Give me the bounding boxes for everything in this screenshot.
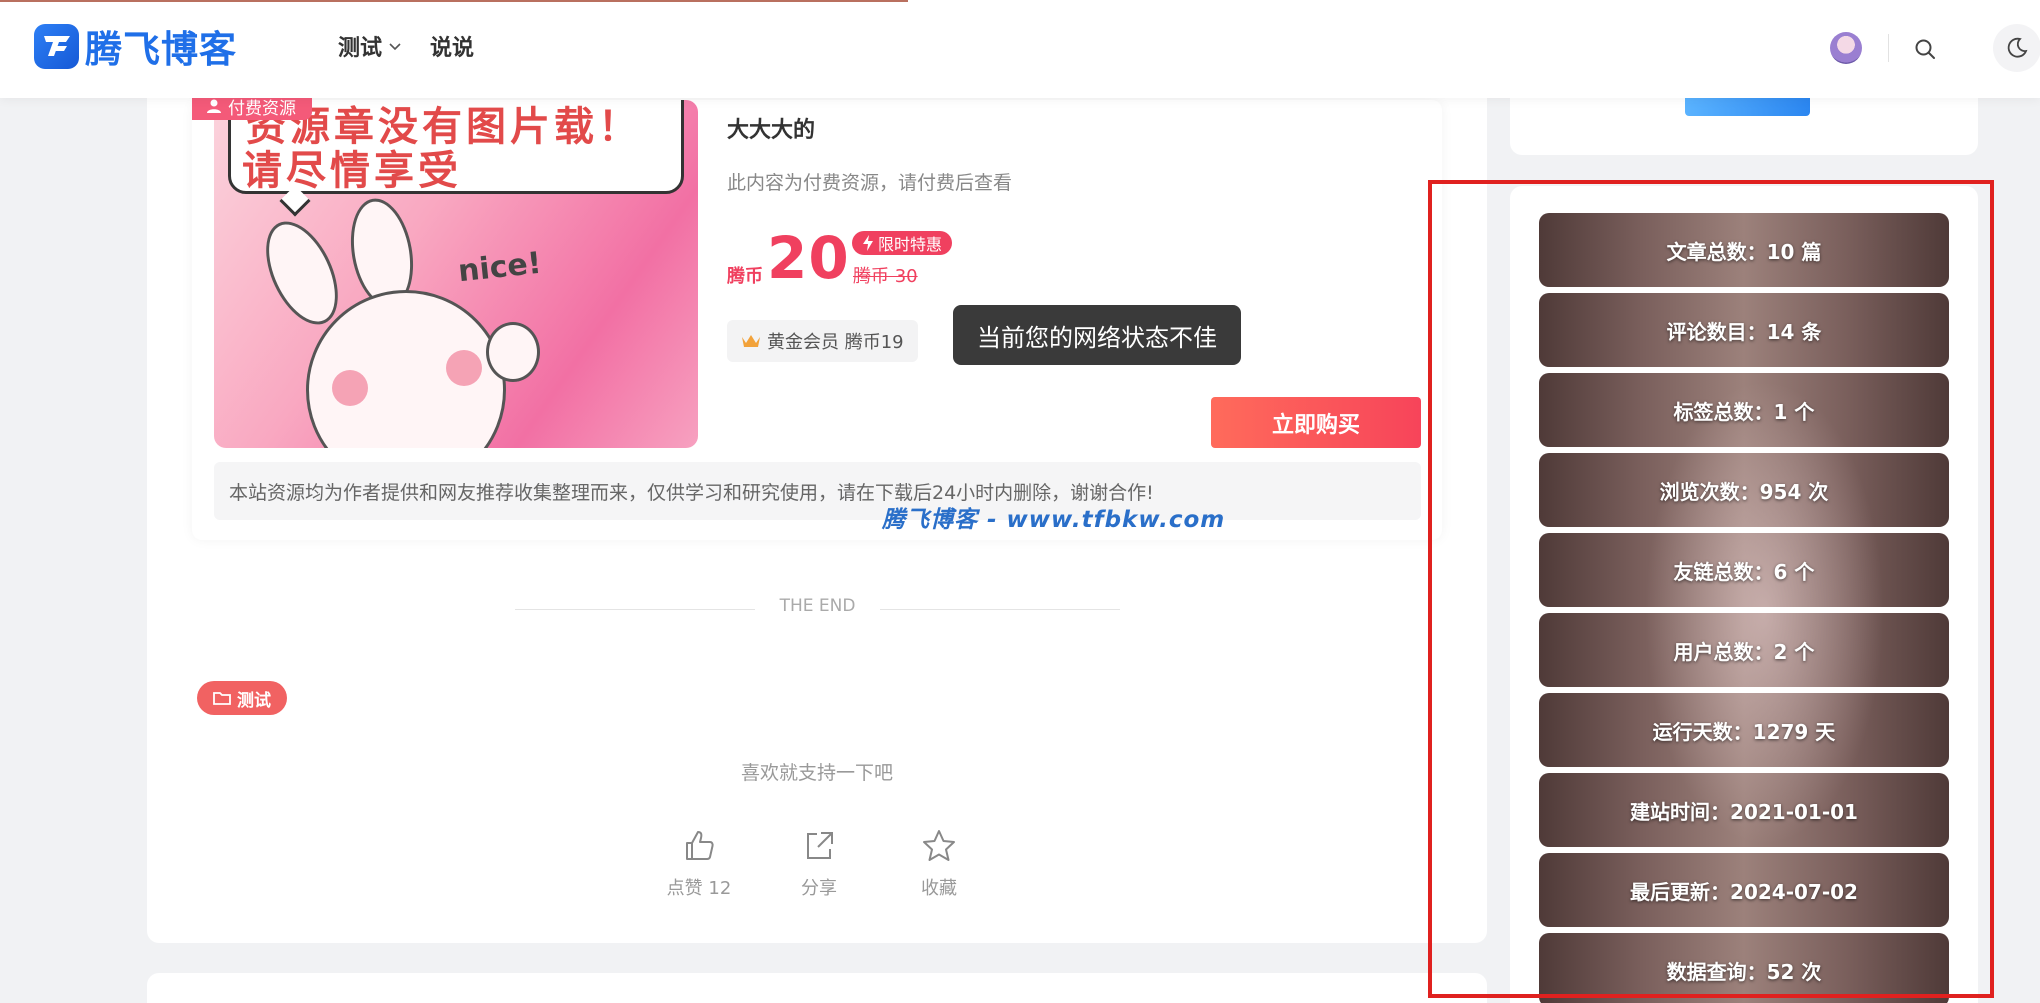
lightning-icon — [863, 235, 873, 251]
nav-item-label: 说说 — [430, 36, 475, 61]
star-icon — [923, 830, 955, 861]
sale-badge-label: 限时特惠 — [878, 235, 943, 254]
nav-item-talk[interactable]: 说说 — [430, 30, 474, 62]
product-thumbnail[interactable]: 资源章没有图片载！ 请尽情享受 nice! — [214, 100, 698, 448]
vip-price-label: 黄金会员 腾币19 — [767, 332, 904, 353]
chevron-down-icon — [389, 43, 401, 51]
the-end-text: THE END — [779, 596, 856, 616]
page-load-progress — [0, 0, 908, 2]
price-value: 20 — [767, 224, 850, 292]
like-label: 点赞 12 — [666, 878, 732, 899]
category-tag-label: 测试 — [237, 690, 271, 711]
main-nav: 测试 说说 — [338, 30, 474, 62]
nav-item-test[interactable]: 测试 — [338, 30, 402, 62]
dark-mode-toggle[interactable] — [1993, 24, 2040, 72]
article-actions: 点赞 12 分享 收藏 — [664, 828, 974, 900]
sale-badge: 限时特惠 — [852, 231, 953, 255]
site-logo[interactable]: 腾飞博客 — [34, 22, 237, 71]
product-description: 此内容为付费资源，请付费后查看 — [727, 172, 1013, 194]
support-prompt: 喜欢就支持一下吧 — [740, 762, 893, 784]
category-tag[interactable]: 测试 — [197, 681, 287, 715]
search-button[interactable] — [1910, 34, 1940, 64]
crown-icon — [742, 335, 760, 347]
nav-item-label: 测试 — [338, 36, 383, 61]
buy-now-button[interactable]: 立即购买 — [1211, 397, 1421, 448]
folder-icon — [213, 692, 231, 705]
share-icon — [807, 832, 833, 859]
share-button[interactable]: 分享 — [784, 828, 854, 900]
resource-notice: 本站资源均为作者提供和网友推荐收集整理而来，仅供学习和研究使用，请在下载后24小… — [214, 462, 1421, 520]
header-divider — [1888, 34, 1889, 62]
favorite-button[interactable]: 收藏 — [904, 828, 974, 900]
logo-icon — [34, 23, 79, 69]
site-header: 腾飞博客 测试 说说 — [0, 0, 2040, 98]
product-title: 大大大的 — [727, 118, 816, 143]
thumbnail-text-line2: 请尽情享受 — [242, 148, 462, 194]
thumbnail-caption: nice! — [456, 245, 544, 290]
bunny-cheek — [446, 350, 482, 386]
original-price: 腾币 30 — [853, 266, 918, 287]
thumbs-up-icon — [686, 831, 714, 860]
annotation-highlight-box — [1428, 180, 1994, 998]
price-unit: 腾币 — [727, 266, 763, 287]
divider-line — [880, 609, 1120, 610]
bunny-paw — [486, 322, 540, 382]
next-section-card — [147, 973, 1487, 1003]
favorite-label: 收藏 — [921, 878, 957, 899]
like-button[interactable]: 点赞 12 — [664, 828, 734, 900]
logo-text: 腾飞博客 — [85, 28, 237, 71]
search-icon — [1915, 39, 1935, 59]
share-label: 分享 — [801, 878, 837, 899]
user-icon — [207, 99, 221, 113]
network-toast: 当前您的网络状态不佳 — [953, 305, 1241, 365]
bunny-cheek — [332, 370, 368, 406]
site-watermark: 腾飞博客 - www.tfbkw.com — [882, 507, 1226, 533]
the-end-divider: THE END — [515, 596, 1120, 624]
user-avatar[interactable] — [1830, 32, 1862, 64]
vip-price-tag: 黄金会员 腾币19 — [727, 320, 918, 362]
moon-icon — [2007, 37, 2028, 58]
